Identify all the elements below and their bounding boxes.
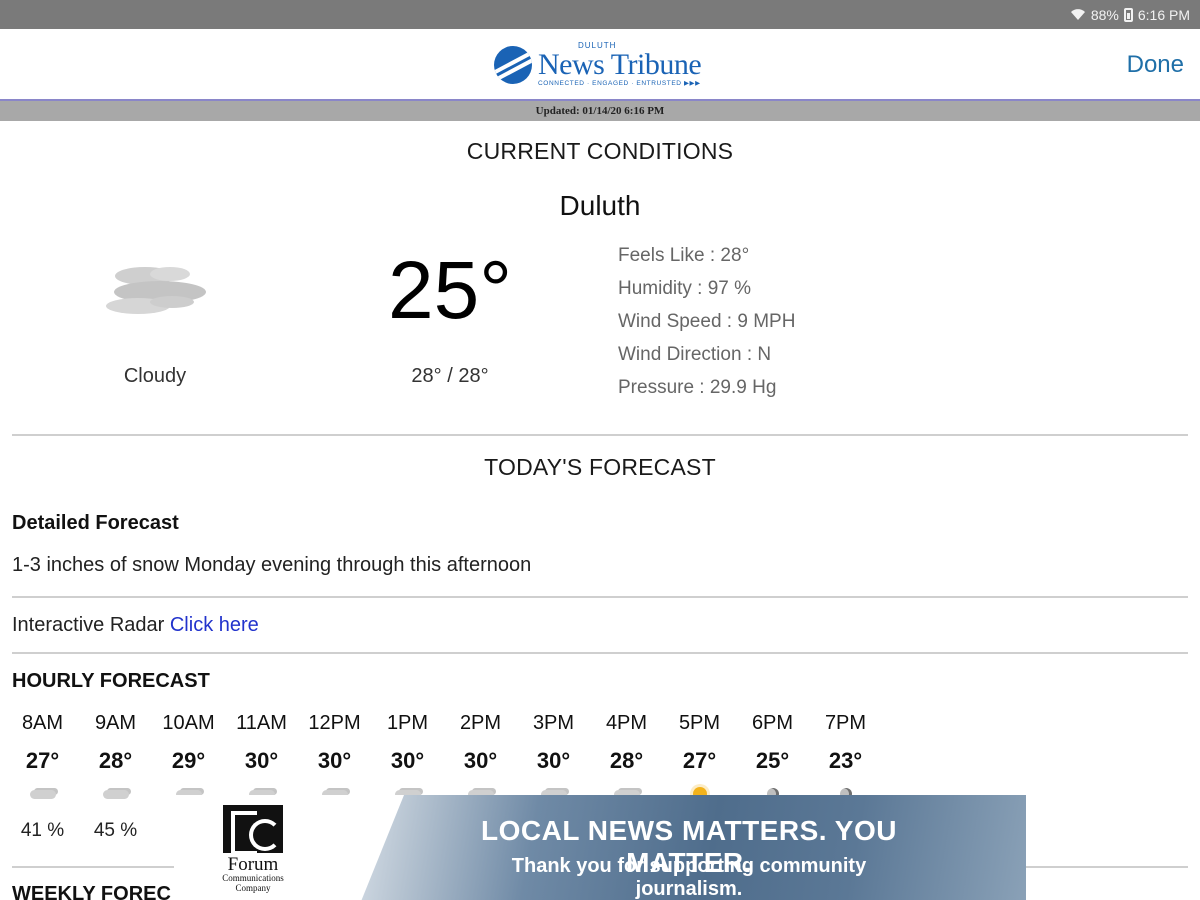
hour-precip: 41 % (20, 820, 65, 841)
pressure: Pressure : 29.9 Hg (618, 377, 777, 398)
hour-temp: 27° (25, 748, 60, 773)
hour-temp: 30° (317, 748, 352, 773)
hour-time: 4PM (605, 712, 648, 734)
hour-temp: 28° (98, 748, 133, 773)
cloud-icon (29, 789, 56, 799)
hour-temp: 25° (755, 748, 790, 773)
ad-logo-company-2: Company (235, 882, 271, 893)
conditions-details: Feels Like : 28° Humidity : 97 % Wind Sp… (618, 244, 795, 409)
hi-lo-temperature: 28° / 28° (411, 365, 489, 387)
hour-temp: 23° (828, 748, 863, 773)
feels-like: Feels Like : 28° (618, 245, 750, 266)
humidity: Humidity : 97 % (618, 278, 752, 299)
forum-communications-logo: Forum Communications Company (208, 805, 298, 894)
battery-icon (1123, 7, 1133, 22)
condition-label: Cloudy (123, 365, 187, 387)
hour-temp: 28° (609, 748, 644, 773)
hour-time: 6PM (751, 712, 794, 734)
ad-subline: Thank you for supporting community journ… (511, 855, 867, 900)
hour-temp: 30° (244, 748, 279, 773)
fc-logo-icon (223, 805, 283, 855)
hour-precip: 45 % (93, 820, 138, 841)
wind-speed: Wind Speed : 9 MPH (618, 311, 796, 332)
hour-time: 10AM (162, 712, 215, 734)
hour-temp: 30° (390, 748, 425, 773)
ad-banner[interactable]: Forum Communications Company LOCAL NEWS … (174, 795, 1026, 900)
hour-time: 12PM (308, 712, 361, 734)
hour-time: 5PM (678, 712, 721, 734)
hour-time: 8AM (21, 712, 64, 734)
hour-time: 3PM (532, 712, 575, 734)
globe-logo-icon (494, 45, 532, 84)
news-tribune-logo: DULUTH News Tribune CONNECTED · ENGAGED … (494, 42, 702, 88)
hour-temp: 30° (463, 748, 498, 773)
hourly-item: 8AM 27° 41 % (6, 712, 79, 844)
hour-time: 9AM (94, 712, 137, 734)
divider (12, 652, 1188, 654)
current-temperature: 25° (387, 245, 512, 336)
radar-click-here-link[interactable]: Click here (170, 614, 259, 636)
status-bar: 88% 6:16 PM (0, 0, 1200, 29)
interactive-radar-row: Interactive Radar Click here (12, 614, 259, 637)
status-time: 6:16 PM (1137, 6, 1190, 23)
hour-time: 11AM (236, 712, 287, 734)
interactive-radar-label: Interactive Radar (12, 614, 165, 636)
done-button[interactable]: Done (1127, 51, 1184, 79)
logo-main-text: News Tribune (538, 48, 702, 81)
wifi-icon (1070, 8, 1086, 21)
detailed-forecast-label: Detailed Forecast (12, 512, 179, 534)
battery-percent: 88% (1090, 6, 1119, 23)
hour-temp: 29° (171, 748, 206, 773)
hour-temp: 30° (536, 748, 571, 773)
hour-time: 7PM (824, 712, 867, 734)
hour-time: 2PM (459, 712, 502, 734)
hour-time: 1PM (386, 712, 429, 734)
detailed-forecast-text: 1-3 inches of snow Monday evening throug… (12, 554, 532, 576)
app-header: DULUTH News Tribune CONNECTED · ENGAGED … (0, 29, 1200, 100)
hourly-forecast-title: HOURLY FORECAST (12, 670, 210, 692)
todays-forecast-title: TODAY'S FORECAST (484, 454, 716, 480)
current-conditions-title: CURRENT CONDITIONS (466, 138, 734, 164)
logo-tagline: CONNECTED · ENGAGED · ENTRUSTED ▶▶▶ (538, 80, 701, 87)
weekly-forecast-title: WEEKLY FOREC (12, 883, 171, 900)
wind-direction: Wind Direction : N (618, 344, 772, 365)
cloud-icon (100, 262, 210, 320)
divider (12, 596, 1188, 598)
hourly-item: 9AM 28° 45 % (79, 712, 152, 844)
city-name: Duluth (559, 190, 641, 221)
divider (12, 434, 1188, 436)
updated-timestamp: Updated: 01/14/20 6:16 PM (0, 101, 1200, 121)
hour-temp: 27° (682, 748, 717, 773)
ad-logo-name: Forum (227, 854, 279, 875)
cloud-icon (102, 789, 129, 799)
